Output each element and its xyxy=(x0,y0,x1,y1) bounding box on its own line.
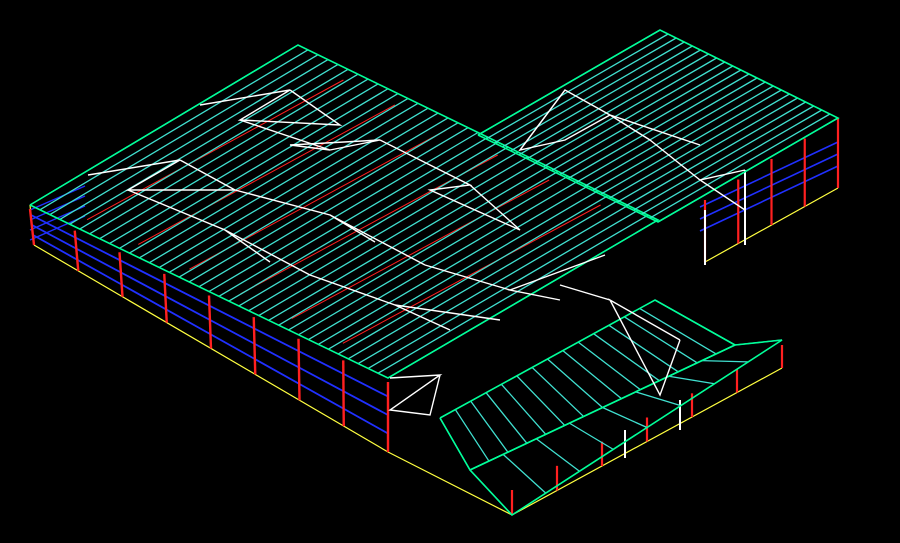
main-roof-front-purlin xyxy=(248,151,519,312)
leanto-roof-lower-purlin xyxy=(502,453,547,494)
leanto-roof-upper-edge xyxy=(439,299,737,472)
leanto-roof-upper-purlin xyxy=(623,316,698,364)
main-roof-front-purlin xyxy=(238,146,509,307)
main-roof-front-purlin xyxy=(178,117,449,278)
main-roof-front-purlin xyxy=(318,185,589,345)
main-roof-front-purlin xyxy=(158,107,429,269)
leanto-roof-upper-purlin xyxy=(470,400,509,453)
main-roof-front-purlin xyxy=(149,102,419,264)
main-roof-front-purlin xyxy=(208,131,479,293)
annex-roof-purlin xyxy=(559,69,742,176)
main-roof-front-purlin xyxy=(278,165,549,326)
annex-roof-purlin xyxy=(551,65,734,172)
leanto-base-left xyxy=(387,451,513,516)
annex-roof-purlin xyxy=(543,61,726,168)
leanto-roof-lower-purlin xyxy=(668,375,715,385)
leanto-roof-lower-purlin xyxy=(569,422,614,450)
leanto-roof-upper-purlin xyxy=(547,358,603,408)
main-roof-front-purlin xyxy=(308,180,579,341)
annex-roof-purlin xyxy=(608,93,790,199)
annex-roof-purlin xyxy=(494,37,677,144)
annex-roof-purlin xyxy=(534,57,717,164)
annex-roof-purlin xyxy=(510,45,693,152)
main-brace-i xyxy=(388,374,443,416)
cad-viewport[interactable] xyxy=(0,0,900,543)
main-wall-column xyxy=(297,338,301,401)
main-roof-front-purlin xyxy=(268,161,539,321)
main-wall-column xyxy=(207,295,213,349)
annex-roof-purlin xyxy=(584,81,766,187)
annex-roof-purlin xyxy=(649,113,831,219)
main-rafter xyxy=(138,104,396,245)
main-roof-front-purlin xyxy=(198,127,469,288)
main-roof-front-purlin xyxy=(347,199,619,360)
leanto-roof-upper-purlin xyxy=(531,366,585,417)
main-rafter xyxy=(291,179,550,320)
leanto-roof-upper-purlin xyxy=(500,383,547,435)
leanto-roof-lower-purlin xyxy=(635,391,681,407)
main-roof-front-purlin xyxy=(228,141,499,302)
main-wall-column xyxy=(252,317,257,375)
annex-roof-purlin xyxy=(485,33,669,140)
main-rafter xyxy=(342,204,601,344)
annex-roof-purlin xyxy=(567,73,750,180)
leanto-roof-lower-edge xyxy=(469,339,783,517)
leanto-roof-upper-purlin xyxy=(577,341,641,391)
main-roof-front-purlin xyxy=(328,190,599,350)
main-roof-front-purlin xyxy=(258,156,529,317)
main-wall-column xyxy=(73,230,80,271)
leanto-roof-lower-purlin xyxy=(701,359,749,363)
main-roof-front-purlin xyxy=(377,214,649,374)
leanto-roof-lower-purlin xyxy=(602,406,648,429)
main-brace-a xyxy=(87,159,236,191)
leanto-roof-upper-purlin xyxy=(562,350,622,400)
main-roof-front-purlin xyxy=(89,73,359,235)
leanto-roof-upper-purlin xyxy=(516,375,566,426)
annex-roof-purlin xyxy=(592,85,774,191)
main-roof-front-purlin xyxy=(367,209,639,369)
base-outline-layer xyxy=(29,118,839,516)
main-roof-front-purlin xyxy=(188,122,459,283)
roof-bracing-layer xyxy=(87,89,746,416)
steel-building-wireframe xyxy=(28,29,840,517)
annex-roof-purlin xyxy=(518,49,701,156)
main-wall-column xyxy=(342,360,345,427)
roof-purlins-layer xyxy=(29,29,840,517)
leanto-roof-upper-purlin xyxy=(485,392,528,444)
main-roof-front-purlin xyxy=(168,112,439,273)
main-roof-front-purlin xyxy=(59,59,329,220)
main-wall-column xyxy=(118,252,124,297)
main-roof-front-purlin xyxy=(218,136,489,297)
annex-roof-purlin xyxy=(575,77,758,184)
main-wall-column xyxy=(163,273,168,323)
annex-roof-purlin xyxy=(633,105,815,211)
